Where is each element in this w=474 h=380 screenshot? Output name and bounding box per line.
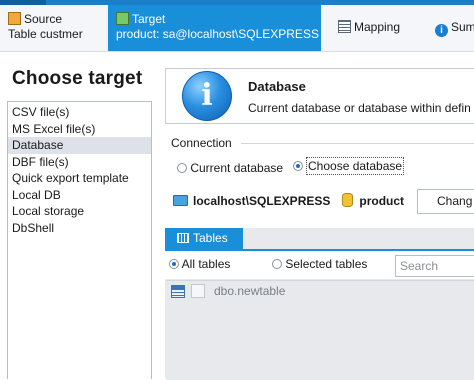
target-item-dbf[interactable]: DBF file(s) xyxy=(8,154,151,171)
wizard-step-mapping[interactable]: Mapping xyxy=(330,5,414,51)
database-icon xyxy=(342,193,354,207)
selected-tables-label: Selected tables xyxy=(285,257,368,271)
header-description: Current database or database within defi… xyxy=(248,101,471,115)
choose-target-title: Choose target xyxy=(12,68,143,89)
table-search-input[interactable] xyxy=(395,255,474,277)
connection-info-row: localhost\SQLEXPRESS product xyxy=(173,193,404,208)
choose-database-option[interactable]: Choose database xyxy=(293,157,405,175)
step-mapping-label: Mapping xyxy=(354,20,401,34)
table-checkbox[interactable] xyxy=(191,284,205,298)
wizard-step-summary[interactable]: i Sum xyxy=(427,5,474,51)
selected-tables-option[interactable]: Selected tables xyxy=(272,257,367,271)
grid-icon xyxy=(177,233,189,243)
connection-divider xyxy=(241,143,474,144)
selected-tables-radio[interactable] xyxy=(272,259,282,269)
table-row[interactable]: dbo.newtable xyxy=(171,284,285,302)
current-database-option[interactable]: Current database xyxy=(177,161,283,175)
database-name: product xyxy=(359,194,405,208)
all-tables-option[interactable]: All tables xyxy=(169,257,230,271)
table-name: dbo.newtable xyxy=(214,284,286,298)
current-database-radio[interactable] xyxy=(177,163,187,173)
mapping-icon xyxy=(338,20,351,33)
step-target-label: Target xyxy=(132,12,166,26)
target-item-quick-export-template[interactable]: Quick export template xyxy=(8,170,151,187)
connection-group-label: Connection xyxy=(171,136,232,150)
all-tables-radio[interactable] xyxy=(169,259,179,269)
choose-database-radio[interactable] xyxy=(293,161,303,171)
wizard-step-source[interactable]: Source Table custmer xyxy=(0,5,108,51)
header-title: Database xyxy=(248,79,306,94)
target-item-database[interactable]: Database xyxy=(8,137,151,154)
step-summary-label: Sum xyxy=(451,20,474,34)
choose-database-label: Choose database xyxy=(306,157,405,175)
wizard-step-target[interactable]: Target product: sa@localhost\SQLEXPRESS xyxy=(108,5,321,51)
current-database-label: Current database xyxy=(190,161,284,175)
target-header-panel: i Database Current database or database … xyxy=(165,68,474,124)
target-icon xyxy=(116,12,129,25)
server-icon xyxy=(173,195,188,206)
target-item-excel[interactable]: MS Excel file(s) xyxy=(8,121,151,138)
step-target-detail: product: sa@localhost\SQLEXPRESS xyxy=(116,27,319,41)
target-item-dbshell[interactable]: DbShell xyxy=(8,220,151,237)
target-item-local-db[interactable]: Local DB xyxy=(8,187,151,204)
info-icon: i xyxy=(182,71,232,121)
server-name: localhost\SQLEXPRESS xyxy=(193,194,331,208)
summary-info-icon: i xyxy=(435,24,448,37)
step-source-label: Source xyxy=(24,12,63,26)
tab-tables[interactable]: Tables xyxy=(165,228,243,249)
change-connection-button[interactable]: Chang xyxy=(417,189,474,214)
target-type-list: CSV file(s) MS Excel file(s) Database DB… xyxy=(7,101,152,379)
table-icon xyxy=(171,285,185,298)
tab-tables-label: Tables xyxy=(193,231,228,245)
step-source-detail: Table custmer xyxy=(8,27,83,41)
all-tables-label: All tables xyxy=(181,257,231,271)
target-item-local-storage[interactable]: Local storage xyxy=(8,203,151,220)
target-item-csv[interactable]: CSV file(s) xyxy=(8,104,151,121)
source-icon xyxy=(8,12,21,25)
table-list: dbo.newtable xyxy=(166,280,474,380)
